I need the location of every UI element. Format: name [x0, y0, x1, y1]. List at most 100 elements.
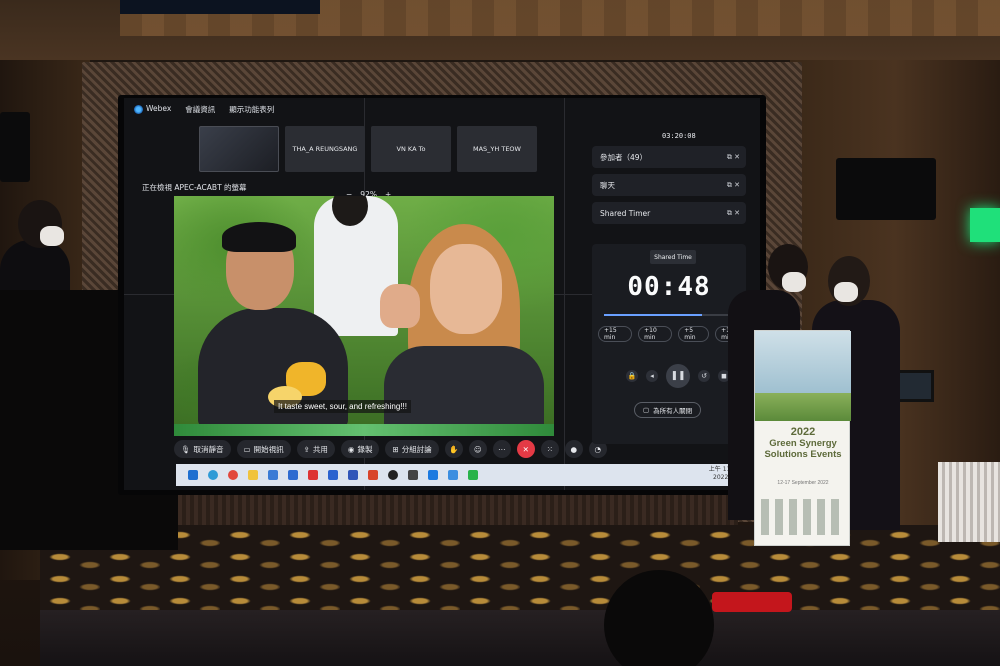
- thumbs-up-hand: [380, 284, 420, 328]
- app-icon[interactable]: [308, 470, 318, 480]
- timer-progress-fill: [604, 314, 702, 316]
- mail-icon[interactable]: [288, 470, 298, 480]
- meeting-controls: 🎙 取消靜音 ▭ 開始視訊 ⇪ 共用 ◉ 錄製 ⊞ 分組討論 ✋ ☺ ⋯ ✕ ⁙ ● ◔: [174, 440, 607, 458]
- participant-tiles: THA_A REUNGSANG VN KA To MAS_YH TEOW: [199, 126, 537, 172]
- woman-face: [430, 244, 502, 334]
- chat-label: 聊天: [600, 180, 615, 190]
- meeting-clock: 03:20:08: [662, 132, 696, 140]
- left-speaker: [0, 112, 30, 182]
- right-speaker: [836, 158, 936, 220]
- banner-field: [755, 393, 851, 421]
- emoji-button[interactable]: ☺: [468, 440, 487, 458]
- github-icon[interactable]: [388, 470, 398, 480]
- webex-menu-meeting-info[interactable]: 會議資訊: [185, 104, 215, 115]
- word-icon[interactable]: [348, 470, 358, 480]
- end-call-button[interactable]: ✕: [516, 440, 535, 458]
- more-button[interactable]: ⋯: [492, 440, 511, 458]
- face-mask: [834, 282, 858, 302]
- red-chair: [712, 592, 792, 612]
- timer-controls: 🔒 ◂ ❚❚ ↺ ◼: [626, 364, 730, 388]
- self-view-tile[interactable]: [199, 126, 279, 172]
- office-icon[interactable]: [368, 470, 378, 480]
- webex-taskbar-icon[interactable]: [428, 470, 438, 480]
- folder-icon[interactable]: [248, 470, 258, 480]
- participant-tile[interactable]: THA_A REUNGSANG: [285, 126, 365, 172]
- participants-row[interactable]: 參加者（49） ⧉ ✕: [592, 146, 746, 168]
- timer-value: 00:48: [627, 272, 711, 302]
- apps-button[interactable]: ⁙: [540, 440, 559, 458]
- stage-front: [40, 610, 1000, 666]
- webex-screen: Webex 會議資訊 顯示功能表列 THA_A REUNGSANG VN KA …: [124, 98, 760, 490]
- close-icon: ✕: [522, 444, 529, 454]
- popout-close-icon[interactable]: ⧉ ✕: [727, 181, 740, 190]
- participants-label: 參加者（49）: [600, 152, 648, 162]
- record-button[interactable]: ◉ 錄製: [340, 440, 380, 458]
- popout-close-icon[interactable]: ⧉ ✕: [727, 209, 740, 218]
- participants-button[interactable]: ●: [564, 440, 583, 458]
- start-icon[interactable]: [188, 470, 198, 480]
- breakout-button[interactable]: ⊞ 分組討論: [385, 440, 439, 458]
- webex-top-menu: Webex 會議資訊 顯示功能表列: [124, 98, 564, 120]
- start-video-button[interactable]: ▭ 開始視訊: [236, 440, 291, 458]
- chrome-icon[interactable]: [228, 470, 238, 480]
- photos-icon[interactable]: [448, 470, 458, 480]
- webex-logo-icon: [134, 104, 143, 114]
- popout-close-icon[interactable]: ⧉ ✕: [727, 153, 740, 162]
- event-banner: 2022 Green Synergy Solutions Events 12-1…: [754, 330, 851, 546]
- shared-timer-label: Shared Timer: [600, 208, 651, 218]
- exit-sign: [970, 208, 1000, 242]
- edge-icon[interactable]: [208, 470, 218, 480]
- dropbox-icon[interactable]: [328, 470, 338, 480]
- webex-menu-show-menubar[interactable]: 顯示功能表列: [229, 104, 274, 115]
- shared-video: It taste sweet, sour, and refreshing!!!: [174, 196, 554, 426]
- viewing-label: 正在檢視 APEC-ACABT 的螢幕: [142, 183, 247, 192]
- reset-icon[interactable]: ↺: [698, 370, 710, 382]
- stage-carpet: [40, 525, 1000, 620]
- pause-button[interactable]: ❚❚: [666, 364, 690, 388]
- store-icon[interactable]: [268, 470, 278, 480]
- shared-timer-row[interactable]: Shared Timer ⧉ ✕: [592, 202, 746, 224]
- preset-15-button[interactable]: +15 min: [598, 326, 633, 342]
- webex-menu-app[interactable]: Webex: [134, 104, 171, 114]
- sound-icon[interactable]: ◂: [646, 370, 658, 382]
- preset-10-button[interactable]: +10 min: [638, 326, 673, 342]
- timer-progress-bar: [604, 314, 734, 316]
- line-icon[interactable]: [468, 470, 478, 480]
- participant-tile[interactable]: VN KA To: [371, 126, 451, 172]
- app-icon[interactable]: [408, 470, 418, 480]
- draped-table: [938, 462, 1000, 542]
- side-panel: 03:20:08 參加者（49） ⧉ ✕ 聊天 ⧉ ✕ Shared Timer…: [586, 126, 746, 452]
- person-icon: ●: [570, 444, 578, 454]
- share-icon: ⇪: [303, 444, 310, 454]
- participant-tile[interactable]: MAS_YH TEOW: [457, 126, 537, 172]
- mic-muted-icon: 🎙: [181, 444, 191, 454]
- unmute-button[interactable]: 🎙 取消靜音: [174, 440, 231, 458]
- lock-icon[interactable]: 🔒: [626, 370, 638, 382]
- close-for-all-button[interactable]: ▢ 為所有人關閉: [634, 402, 702, 418]
- record-icon: ◉: [347, 444, 355, 454]
- sponsor-logos: [761, 499, 845, 535]
- hand-icon: ✋: [449, 444, 459, 454]
- banner-sky: [755, 331, 851, 393]
- chat-row[interactable]: 聊天 ⧉ ✕: [592, 174, 746, 196]
- apps-icon: ⁙: [546, 444, 553, 454]
- man-hair: [222, 222, 296, 252]
- timer-presets: +15 min +10 min +5 min +1 min: [598, 326, 746, 342]
- face-mask: [782, 272, 806, 292]
- preset-5-button[interactable]: +5 min: [678, 326, 710, 342]
- breakout-icon: ⊞: [392, 444, 399, 454]
- more-icon: ⋯: [498, 444, 506, 454]
- face-mask: [40, 226, 64, 246]
- video-bottom-strip: [174, 424, 554, 436]
- share-button[interactable]: ⇪ 共用: [296, 440, 335, 458]
- camera-off-icon: ▭: [243, 444, 251, 454]
- projector-overlay-bar: [120, 0, 320, 14]
- video-subtitle: It taste sweet, sour, and refreshing!!!: [274, 400, 411, 413]
- timer-name: Shared Time: [650, 250, 696, 264]
- timer-box: Shared Time 00:48 +15 min +10 min +5 min…: [592, 244, 746, 444]
- event-stage-scene: Webex 會議資訊 顯示功能表列 THA_A REUNGSANG VN KA …: [0, 0, 1000, 666]
- windows-taskbar: 上午 11:09 2022/9/1: [176, 464, 744, 486]
- banner-title: 2022 Green Synergy Solutions Events 12-1…: [764, 426, 842, 487]
- reactions-button[interactable]: ✋: [444, 440, 463, 458]
- square-icon: ▢: [643, 406, 650, 414]
